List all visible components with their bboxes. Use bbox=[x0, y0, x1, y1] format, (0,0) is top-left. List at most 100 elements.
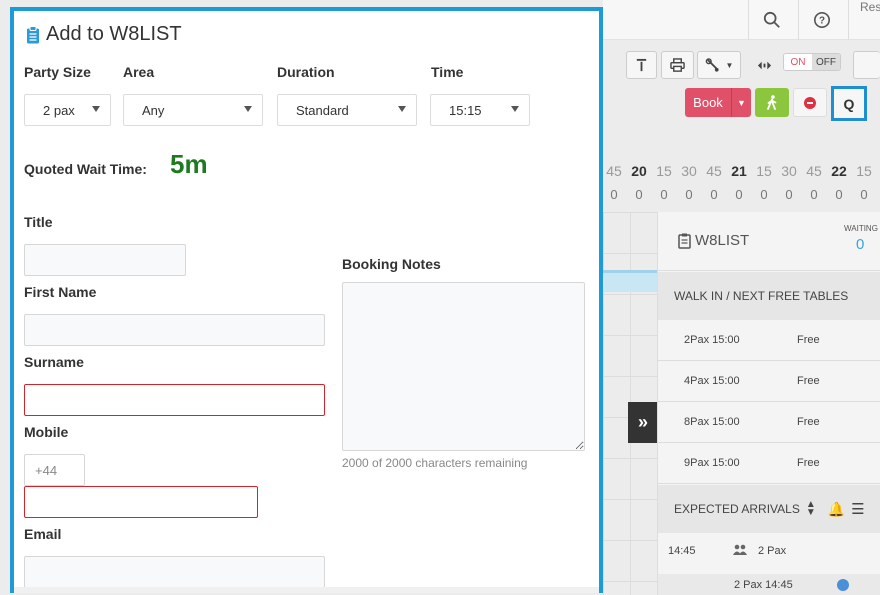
time-select[interactable]: 15:15 bbox=[430, 94, 530, 126]
modal-title: Add to W8LIST bbox=[26, 23, 182, 46]
help-icon: ? bbox=[813, 11, 830, 29]
walk-in-pax: 2Pax 15:00 bbox=[684, 334, 740, 346]
timeline-count: 0 bbox=[635, 187, 643, 202]
area-select[interactable]: Any bbox=[123, 94, 263, 126]
email-label: Email bbox=[24, 526, 62, 542]
time-value: 15:15 bbox=[449, 103, 482, 118]
chevron-down-icon[interactable]: ▼ bbox=[731, 88, 751, 117]
block-button[interactable] bbox=[793, 88, 827, 117]
mobile-input[interactable] bbox=[24, 486, 258, 518]
wrench-icon bbox=[705, 57, 719, 72]
surname-input[interactable] bbox=[24, 384, 325, 416]
timeline-count: 0 bbox=[685, 187, 693, 202]
walk-in-section-header[interactable]: WALK IN / NEXT FREE TABLES bbox=[658, 272, 880, 320]
timeline-axis: 45 20 15 30 45 21 15 30 45 22 15 0 0 0 0… bbox=[603, 163, 880, 203]
booking-notes-textarea[interactable] bbox=[342, 282, 585, 451]
timeline-count: 0 bbox=[610, 187, 618, 202]
book-button-label: Book bbox=[693, 95, 723, 110]
modal-scrollbar[interactable] bbox=[14, 587, 599, 593]
print-button[interactable] bbox=[661, 51, 694, 79]
tools-dropdown-button[interactable]: ▼ bbox=[697, 51, 741, 79]
title-field-label: Title bbox=[24, 214, 53, 230]
double-chevron-right-icon: » bbox=[637, 412, 648, 432]
chevron-down-icon: ▼ bbox=[725, 60, 734, 70]
walk-in-row[interactable]: 8Pax 15:00 Free bbox=[658, 402, 880, 443]
walk-in-pax: 9Pax 15:00 bbox=[684, 457, 740, 469]
status-dot bbox=[837, 579, 849, 591]
duration-select[interactable]: Standard bbox=[277, 94, 417, 126]
timeline-tick: 45 bbox=[606, 163, 622, 179]
align-top-button[interactable] bbox=[626, 51, 657, 79]
timeline-tick: 45 bbox=[806, 163, 822, 179]
walk-in-row[interactable]: 4Pax 15:00 Free bbox=[658, 361, 880, 402]
print-icon bbox=[670, 57, 685, 72]
walk-in-row[interactable]: 9Pax 15:00 Free bbox=[658, 443, 880, 484]
help-button[interactable]: ? bbox=[798, 0, 844, 40]
bell-icon[interactable]: 🔔 bbox=[828, 501, 845, 518]
toggle-on-label: ON bbox=[784, 54, 812, 70]
party-size-select[interactable]: 2 pax bbox=[24, 94, 111, 126]
svg-text:?: ? bbox=[818, 16, 824, 27]
title-input[interactable] bbox=[24, 244, 186, 276]
search-icon bbox=[763, 11, 780, 28]
booking-notes-char-count: 2000 of 2000 characters remaining bbox=[342, 456, 528, 470]
mobile-country-code-input[interactable] bbox=[24, 454, 85, 486]
expected-arrivals-label: EXPECTED ARRIVALS bbox=[674, 502, 800, 516]
arrival-pax: 2 Pax bbox=[758, 545, 787, 557]
toolbar-extra-button[interactable] bbox=[853, 51, 880, 79]
walk-in-status: Free bbox=[797, 416, 820, 428]
walk-in-row[interactable]: 2Pax 15:00 Free bbox=[658, 320, 880, 361]
timeline-tick: 21 bbox=[731, 163, 747, 179]
party-size-value: 2 pax bbox=[43, 103, 75, 118]
reservations-tab-label: Res bbox=[860, 0, 880, 14]
timeline-count: 0 bbox=[760, 187, 768, 202]
timeline-tick: 15 bbox=[756, 163, 772, 179]
waiting-label: WAITING bbox=[844, 224, 878, 233]
email-input[interactable] bbox=[24, 556, 325, 588]
walk-in-pax: 8Pax 15:00 bbox=[684, 416, 740, 428]
book-button[interactable]: Book ▼ bbox=[685, 88, 751, 117]
list-icon[interactable]: ☰ bbox=[851, 500, 864, 518]
timeline-tick: 15 bbox=[656, 163, 672, 179]
clipboard-icon bbox=[27, 25, 39, 43]
expected-arrivals-header[interactable]: EXPECTED ARRIVALS ▲ ▼ 🔔 ☰ bbox=[658, 485, 880, 533]
booking-bar[interactable] bbox=[603, 270, 657, 292]
timeline-tick: 22 bbox=[831, 163, 847, 179]
toggle-off-label: OFF bbox=[812, 54, 840, 70]
walk-in-button[interactable] bbox=[755, 88, 789, 117]
w8list-panel-title: W8LIST bbox=[695, 232, 750, 249]
people-icon bbox=[733, 544, 747, 555]
surname-label: Surname bbox=[24, 354, 84, 370]
queue-button[interactable]: Q bbox=[831, 86, 867, 121]
align-top-icon bbox=[636, 58, 647, 71]
walk-in-pax: 4Pax 15:00 bbox=[684, 375, 740, 387]
quoted-wait-label: Quoted Wait Time: bbox=[24, 161, 147, 177]
timeline-count: 0 bbox=[735, 187, 743, 202]
arrival-row-partial[interactable]: 2 Pax 14:45 bbox=[658, 574, 880, 595]
timeline-count: 0 bbox=[785, 187, 793, 202]
w8list-side-panel: W8LIST WAITING 0 WALK IN / NEXT FREE TAB… bbox=[657, 212, 880, 595]
clipboard-icon bbox=[678, 233, 691, 249]
timeline-count: 0 bbox=[710, 187, 718, 202]
walk-in-status: Free bbox=[797, 457, 820, 469]
modal-title-text: Add to W8LIST bbox=[46, 23, 182, 45]
quoted-wait-value: 5m bbox=[170, 149, 208, 179]
duration-label: Duration bbox=[277, 64, 335, 80]
sort-icon[interactable]: ▲ ▼ bbox=[806, 500, 816, 518]
arrival-row[interactable]: 14:45 2 Pax bbox=[658, 532, 880, 572]
w8list-panel-header: W8LIST WAITING 0 bbox=[658, 212, 880, 271]
mobile-label: Mobile bbox=[24, 424, 69, 440]
search-button[interactable] bbox=[748, 0, 794, 40]
timeline-count: 0 bbox=[835, 187, 843, 202]
waiting-count: 0 bbox=[856, 236, 865, 253]
first-name-label: First Name bbox=[24, 284, 97, 300]
expand-width-button[interactable] bbox=[749, 51, 779, 79]
on-off-toggle[interactable]: ON OFF bbox=[783, 53, 841, 71]
timeline-tick: 45 bbox=[706, 163, 722, 179]
first-name-input[interactable] bbox=[24, 314, 325, 346]
caret-down-icon bbox=[511, 106, 519, 112]
area-label: Area bbox=[123, 64, 155, 80]
expand-panel-button[interactable]: » bbox=[628, 402, 658, 443]
queue-button-label: Q bbox=[843, 95, 855, 112]
caret-down-icon bbox=[92, 106, 100, 112]
